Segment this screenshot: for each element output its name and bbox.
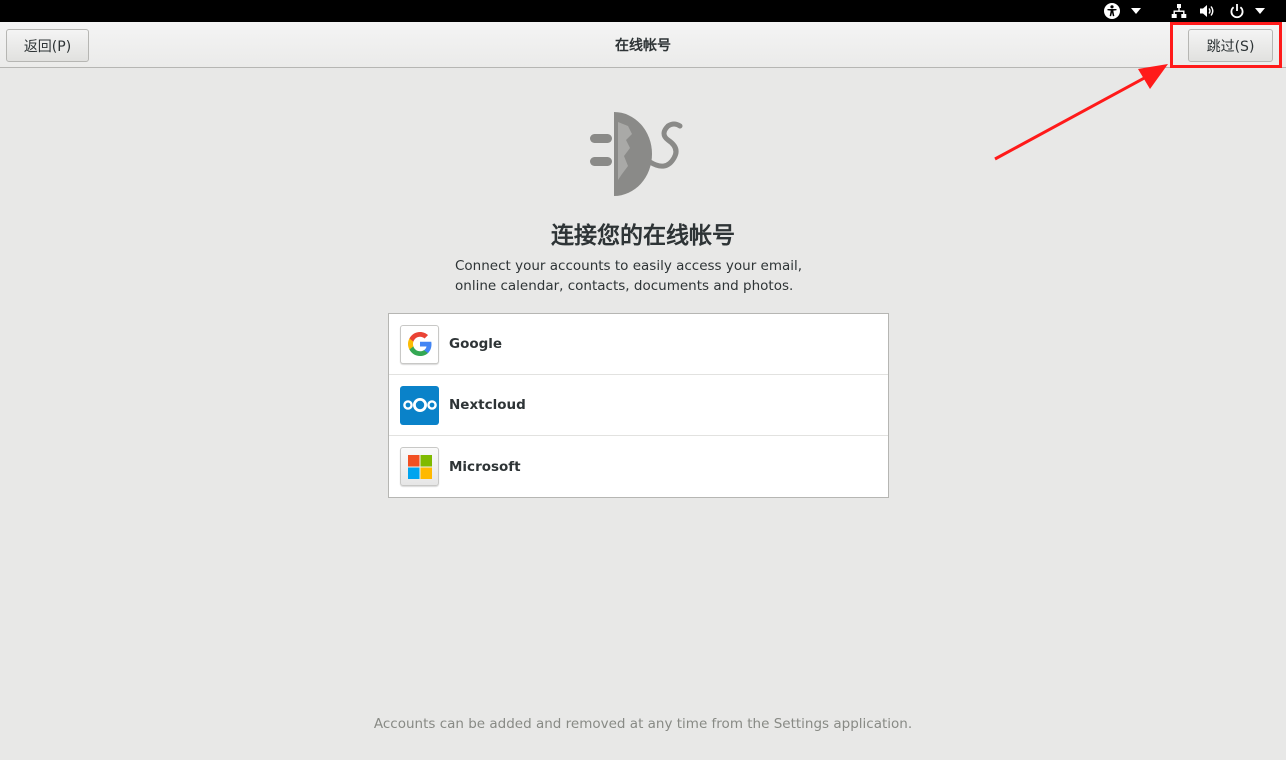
provider-name: Nextcloud — [449, 397, 526, 413]
status-menu[interactable] — [1171, 0, 1265, 22]
back-button[interactable]: 返回(P) — [6, 29, 89, 62]
chevron-down-icon — [1131, 8, 1141, 14]
network-icon — [1171, 4, 1187, 18]
provider-row-google[interactable]: Google — [389, 314, 888, 375]
main-heading: 连接您的在线帐号 — [551, 223, 735, 249]
description: Connect your accounts to easily access y… — [455, 256, 835, 296]
nextcloud-icon — [400, 385, 439, 425]
power-icon — [1230, 4, 1244, 19]
online-accounts-logo-icon — [590, 112, 683, 196]
system-top-bar — [0, 0, 1286, 22]
footer-note: Accounts can be added and removed at any… — [373, 716, 913, 732]
accessibility-icon — [1104, 3, 1120, 19]
chevron-down-icon — [1255, 8, 1265, 14]
microsoft-icon — [400, 447, 439, 486]
volume-icon — [1200, 5, 1214, 17]
google-icon — [400, 324, 439, 364]
description-line: online calendar, contacts, documents and… — [455, 278, 794, 294]
provider-name: Google — [449, 336, 503, 352]
skip-highlight-box — [1170, 22, 1282, 68]
header-bar: 在线帐号 返回(P) 跳过(S) — [0, 22, 1286, 68]
provider-list: Google Nextcloud Microsoft — [388, 313, 889, 498]
accessibility-menu[interactable] — [1103, 0, 1141, 22]
provider-row-microsoft[interactable]: Microsoft — [389, 436, 888, 497]
provider-name: Microsoft — [449, 458, 521, 475]
description-line: Connect your accounts to easily access y… — [455, 258, 803, 274]
page-title: 在线帐号 — [615, 38, 671, 54]
provider-row-nextcloud[interactable]: Nextcloud — [389, 375, 888, 436]
